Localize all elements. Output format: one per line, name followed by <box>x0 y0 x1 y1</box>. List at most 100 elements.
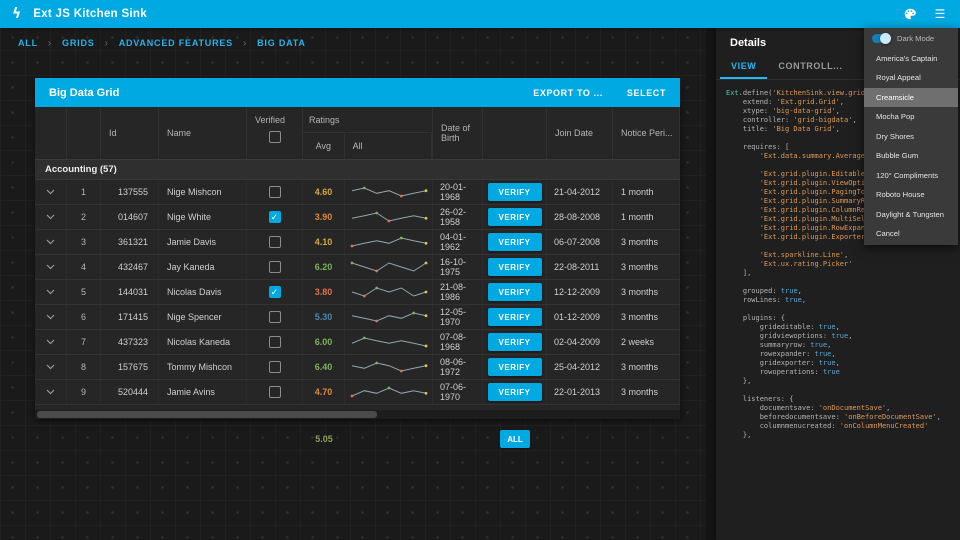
menu-item[interactable]: 120° Compliments <box>864 166 958 186</box>
breadcrumb-item[interactable]: BIG DATA <box>257 38 306 48</box>
row-expander-icon[interactable] <box>35 380 67 404</box>
cell-id: 157675 <box>101 355 159 379</box>
col-verified[interactable]: Verified <box>247 107 303 159</box>
row-number: 7 <box>67 330 101 354</box>
verified-checkbox[interactable] <box>269 236 281 248</box>
col-group-ratings[interactable]: Ratings Avg All <box>303 107 433 159</box>
hamburger-menu-icon[interactable]: ☰ <box>932 6 948 22</box>
verified-checkbox[interactable] <box>269 261 281 273</box>
cell-name: Nicolas Kaneda <box>159 330 247 354</box>
col-date-of-birth[interactable]: Date of Birth <box>433 107 483 159</box>
verified-checkbox[interactable] <box>269 311 281 323</box>
table-row[interactable]: 1 137555 Nige Mishcon 4.60 20-01-1968 VE… <box>35 180 680 205</box>
export-to-button[interactable]: EXPORT TO ... <box>533 88 603 98</box>
menu-item[interactable]: Mocha Pop <box>864 107 958 127</box>
menu-item-dark-mode[interactable]: Dark Mode <box>864 29 958 49</box>
vertical-scrollbar[interactable] <box>706 28 716 540</box>
cell-notice-period: 3 months <box>613 305 680 329</box>
menu-item[interactable]: Bubble Gum <box>864 146 958 166</box>
horizontal-scrollbar[interactable] <box>35 410 680 419</box>
theme-palette-icon[interactable] <box>902 6 918 22</box>
menu-item[interactable]: Cancel <box>864 224 958 244</box>
cell-date-of-birth: 08-06-1972 <box>433 355 483 379</box>
table-row[interactable]: 5 144031 Nicolas Davis ✓ 3.80 21-08-1986… <box>35 280 680 305</box>
big-data-grid-panel: Big Data Grid EXPORT TO ... SELECT Id Na… <box>35 78 680 452</box>
cell-name: Jay Kaneda <box>159 255 247 279</box>
verified-checkbox[interactable]: ✓ <box>269 211 281 223</box>
menu-item[interactable]: Creamsicle <box>864 88 958 108</box>
breadcrumb-item[interactable]: ALL <box>18 38 38 48</box>
cell-join-date: 25-04-2012 <box>547 355 613 379</box>
sparkline-chart <box>350 236 428 248</box>
col-verify-action[interactable] <box>483 107 547 159</box>
col-notice-period[interactable]: Notice Peri... <box>613 107 680 159</box>
cell-id: 520444 <box>101 380 159 404</box>
cell-date-of-birth: 12-05-1970 <box>433 305 483 329</box>
cell-join-date: 12-12-2009 <box>547 280 613 304</box>
summary-spacer <box>159 426 247 452</box>
row-expander-icon[interactable] <box>35 255 67 279</box>
breadcrumb-item[interactable]: ADVANCED FEATURES <box>119 38 233 48</box>
cell-date-of-birth: 07-06-1970 <box>433 380 483 404</box>
cell-join-date: 22-01-2013 <box>547 380 613 404</box>
grid-header: Id Name Verified Ratings Avg All Date of… <box>35 107 680 160</box>
cell-sparkline <box>345 305 433 329</box>
code-line: columnmenucreated: 'onColumnMenuCreated' <box>726 422 960 431</box>
verify-button[interactable]: VERIFY <box>488 283 542 301</box>
menu-item[interactable]: Dry Shores <box>864 127 958 147</box>
select-button[interactable]: SELECT <box>627 88 666 98</box>
verified-checkbox[interactable] <box>269 386 281 398</box>
table-row[interactable]: 2 014607 Nige White ✓ 3.90 26-02-1958 VE… <box>35 205 680 230</box>
table-row[interactable]: 6 171415 Nige Spencer 5.30 12-05-1970 VE… <box>35 305 680 330</box>
verify-button[interactable]: VERIFY <box>488 333 542 351</box>
cell-avg-rating: 3.80 <box>303 280 345 304</box>
verified-checkbox[interactable] <box>269 336 281 348</box>
row-expander-icon[interactable] <box>35 305 67 329</box>
table-row[interactable]: 8 157675 Tommy Mishcon 6.40 08-06-1972 V… <box>35 355 680 380</box>
row-expander-icon[interactable] <box>35 280 67 304</box>
verify-button[interactable]: VERIFY <box>488 208 542 226</box>
menu-item[interactable]: Roboto House <box>864 185 958 205</box>
col-join-date[interactable]: Join Date <box>547 107 613 159</box>
col-rownumber <box>67 107 101 159</box>
verified-checkbox[interactable]: ✓ <box>269 286 281 298</box>
col-all[interactable]: All <box>345 133 432 159</box>
scrollbar-thumb[interactable] <box>37 411 377 418</box>
verify-button[interactable]: VERIFY <box>488 383 542 401</box>
dark-mode-toggle[interactable] <box>872 34 890 43</box>
row-expander-icon[interactable] <box>35 230 67 254</box>
verified-checkbox[interactable] <box>269 186 281 198</box>
verify-button[interactable]: VERIFY <box>488 183 542 201</box>
cell-join-date: 28-08-2008 <box>547 205 613 229</box>
row-expander-icon[interactable] <box>35 205 67 229</box>
row-expander-icon[interactable] <box>35 355 67 379</box>
col-verified-label: Verified <box>247 115 302 125</box>
row-expander-icon[interactable] <box>35 180 67 204</box>
col-avg[interactable]: Avg <box>303 133 345 159</box>
table-row[interactable]: 9 520444 Jamie Avins 4.70 07-06-1970 VER… <box>35 380 680 405</box>
row-expander-icon[interactable] <box>35 330 67 354</box>
verified-checkbox[interactable] <box>269 361 281 373</box>
verify-all-button[interactable]: ALL <box>500 430 530 448</box>
verify-button[interactable]: VERIFY <box>488 258 542 276</box>
verify-button[interactable]: VERIFY <box>488 308 542 326</box>
verify-button[interactable]: VERIFY <box>488 358 542 376</box>
verify-button[interactable]: VERIFY <box>488 233 542 251</box>
tab-view[interactable]: VIEW <box>720 54 767 79</box>
group-header-accounting[interactable]: Accounting (57) <box>35 160 680 180</box>
cell-notice-period: 2 weeks <box>613 330 680 354</box>
summary-spacer <box>613 426 680 452</box>
col-id[interactable]: Id <box>101 107 159 159</box>
table-row[interactable]: 7 437323 Nicolas Kaneda 6.00 07-08-1968 … <box>35 330 680 355</box>
menu-item[interactable]: Royal Appeal <box>864 68 958 88</box>
breadcrumb-item[interactable]: GRIDS <box>62 38 95 48</box>
cell-sparkline <box>345 355 433 379</box>
table-row[interactable]: 3 361321 Jamie Davis 4.10 04-01-1962 VER… <box>35 230 680 255</box>
select-all-checkbox[interactable] <box>269 131 281 143</box>
table-row[interactable]: 4 432467 Jay Kaneda 6.20 16-10-1975 VERI… <box>35 255 680 280</box>
tab-controll[interactable]: CONTROLL... <box>767 54 853 79</box>
menu-item[interactable]: Daylight & Tungsten <box>864 205 958 225</box>
row-number: 6 <box>67 305 101 329</box>
menu-item[interactable]: America's Captain <box>864 49 958 69</box>
col-name[interactable]: Name <box>159 107 247 159</box>
